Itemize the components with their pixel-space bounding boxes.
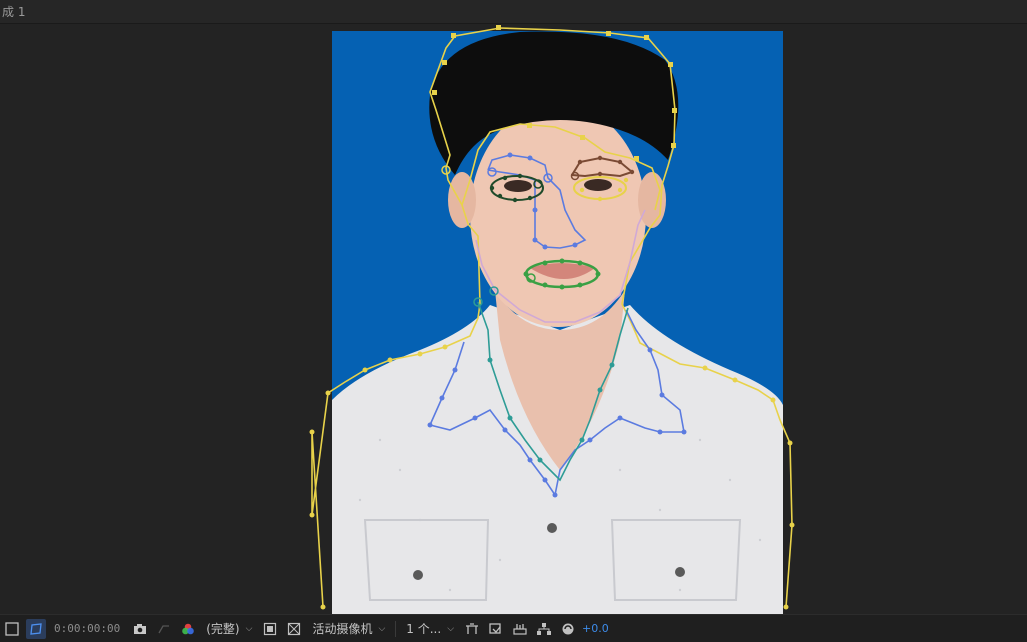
- resolution-value: (完整): [206, 622, 240, 636]
- chevron-down-icon: ⌵: [378, 623, 386, 634]
- timeline-icon[interactable]: [510, 619, 530, 639]
- view-layout-dropdown[interactable]: 1 个... ⌵: [402, 619, 458, 639]
- viewer-tab-bar: 成 1: [0, 0, 1027, 24]
- composition-canvas[interactable]: [0, 25, 1027, 614]
- toolbar-divider: [395, 620, 397, 637]
- composition-viewer[interactable]: [0, 25, 1027, 614]
- camera-snapshot-icon[interactable]: [130, 619, 150, 639]
- region-of-interest-icon[interactable]: [2, 619, 22, 639]
- fast-preview-icon[interactable]: [260, 619, 280, 639]
- current-time-display[interactable]: 0:00:00:00: [54, 622, 120, 635]
- pixel-aspect-icon[interactable]: [462, 619, 482, 639]
- color-channels-icon[interactable]: [178, 619, 198, 639]
- mask-visibility-icon[interactable]: [26, 618, 46, 639]
- viewer-toolbar: 0:00:00:00 (完整) ⌵ 活动摄像机 ⌵ 1 个... ⌵ +0.0: [0, 614, 1027, 642]
- chevron-down-icon: ⌵: [447, 623, 455, 634]
- camera-view-dropdown[interactable]: 活动摄像机 ⌵: [308, 619, 389, 639]
- composition-tab[interactable]: 成 1: [0, 0, 25, 24]
- draft-3d-icon[interactable]: [486, 619, 506, 639]
- flowchart-icon[interactable]: [534, 619, 554, 639]
- transparency-grid-icon[interactable]: [284, 619, 304, 639]
- chevron-down-icon: ⌵: [245, 623, 253, 634]
- exposure-value[interactable]: +0.0: [582, 622, 609, 635]
- reset-exposure-icon[interactable]: [558, 619, 578, 639]
- camera-view-value: 活动摄像机: [312, 622, 373, 636]
- resolution-dropdown[interactable]: (完整) ⌵: [202, 619, 256, 639]
- show-snapshot-icon[interactable]: [154, 619, 174, 639]
- view-layout-value: 1 个...: [406, 622, 442, 636]
